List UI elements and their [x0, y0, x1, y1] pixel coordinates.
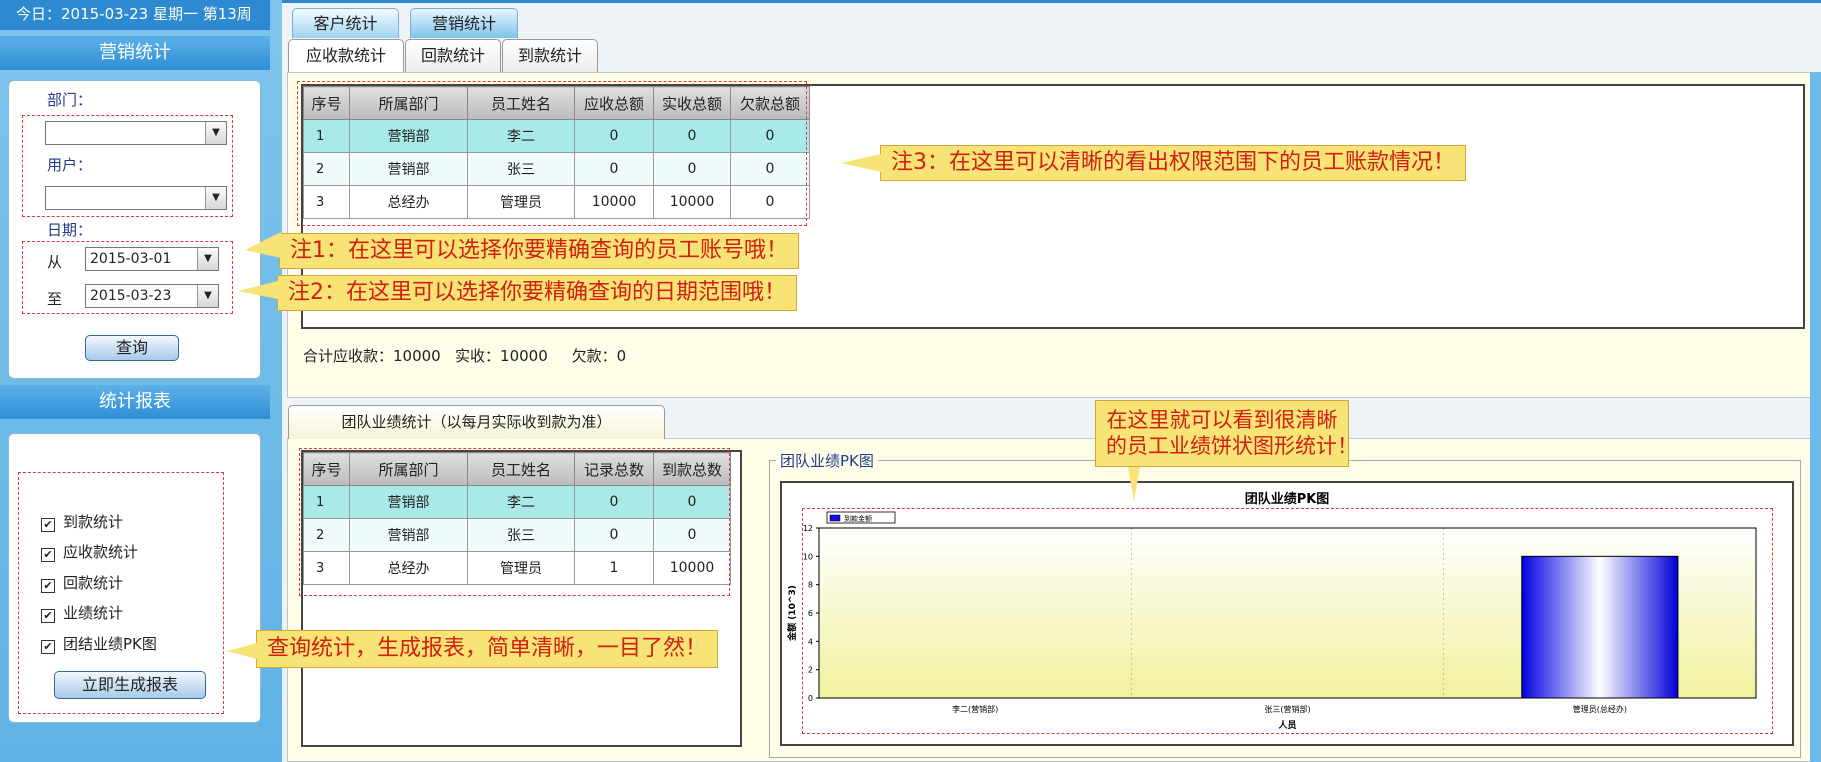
reports-panel: ✔ 到款统计 ✔ 应收款统计 ✔ 回款统计 ✔ 业绩统计 ✔ 团结业绩PK图 立即生成报表 — [8, 433, 261, 723]
check-icon: ✔ — [41, 548, 55, 562]
note-2: 注2：在这里可以选择你要精确查询的日期范围哦！ — [238, 275, 797, 311]
check-icon: ✔ — [41, 518, 55, 532]
note-4: 在这里就可以看到很清晰 的员工业绩饼状图形统计！ — [1095, 400, 1358, 501]
note-pointer — [1128, 467, 1140, 501]
query-button[interactable]: 查询 — [85, 335, 179, 361]
note-pointer — [238, 281, 278, 299]
checkbox-label: 应收款统计 — [63, 543, 139, 561]
checkbox-label: 团结业绩PK图 — [63, 635, 157, 653]
note-3-text: 注3：在这里可以清晰的看出权限范围下的员工账款情况！ — [891, 150, 1455, 175]
account-highlight — [22, 115, 233, 217]
checkbox-team-pk-chart[interactable]: ✔ 团结业绩PK图 — [41, 633, 157, 654]
team-highlight — [299, 448, 730, 596]
chart-title: 团队业绩PK图 — [1245, 491, 1330, 507]
check-icon: ✔ — [41, 640, 55, 654]
chart-highlight — [802, 508, 1773, 734]
tab-team-performance[interactable]: 团队业绩统计（以每月实际收到款为准） — [288, 405, 665, 439]
note-1-text: 注1：在这里可以选择你要精确查询的员工账号哦！ — [290, 238, 788, 263]
scrollbar[interactable] — [1810, 72, 1821, 762]
top-rule — [282, 0, 1821, 3]
note-2-text: 注2：在这里可以选择你要精确查询的日期范围哦！ — [288, 280, 786, 305]
receivable-highlight — [297, 81, 807, 226]
note-4-line2: 的员工业绩饼状图形统计！ — [1106, 434, 1358, 458]
checkbox-receivable-stats[interactable]: ✔ 应收款统计 — [41, 541, 138, 562]
checkbox-performance-stats[interactable]: ✔ 业绩统计 — [41, 602, 123, 623]
date-highlight — [22, 241, 233, 314]
checkbox-collection-stats[interactable]: ✔ 回款统计 — [41, 572, 123, 593]
today-bar: 今日：2015-03-23 星期一 第13周 — [0, 0, 270, 30]
reports-heading: 统计报表 — [0, 385, 270, 419]
tab-receivable[interactable]: 应收款统计 — [288, 39, 404, 72]
check-icon: ✔ — [41, 579, 55, 593]
marketing-stats-heading: 营销统计 — [0, 36, 270, 70]
summary-received: 实收：10000 — [455, 347, 548, 365]
check-icon: ✔ — [41, 609, 55, 623]
tab-marketing-stats[interactable]: 营销统计 — [410, 8, 518, 38]
note-5: 查询统计，生成报表，简单清晰，一目了然！ — [227, 630, 719, 668]
query-panel: 部门： ▼ 用户： ▼ 日期： 从 2015-03-01 ▼ 至 2015-03-… — [8, 80, 261, 379]
note-3: 注3：在这里可以清晰的看出权限范围下的员工账款情况！ — [841, 145, 1466, 181]
tab-collection[interactable]: 回款统计 — [405, 39, 501, 72]
summary-owed: 欠款：0 — [571, 347, 627, 365]
note-pointer — [841, 154, 881, 172]
generate-report-button[interactable]: 立即生成报表 — [54, 671, 206, 699]
tab-customer-stats[interactable]: 客户统计 — [292, 8, 399, 38]
checkbox-label: 到款统计 — [63, 513, 124, 531]
note-pointer — [227, 643, 257, 659]
note-1: 注1：在这里可以选择你要精确查询的员工账号哦！ — [245, 232, 799, 269]
dept-label: 部门： — [47, 91, 93, 109]
checkbox-arrival-stats[interactable]: ✔ 到款统计 — [41, 511, 123, 532]
date-label: 日期： — [47, 221, 93, 239]
tab-arrival[interactable]: 到款统计 — [502, 39, 598, 72]
note-4-line1: 在这里就可以看到很清晰 — [1106, 408, 1338, 432]
checkbox-label: 回款统计 — [63, 574, 124, 592]
y-axis-label: 金额 (10^3) — [786, 585, 798, 642]
note-pointer — [245, 232, 281, 258]
checkbox-label: 业绩统计 — [63, 604, 124, 622]
summary-total: 合计应收款：10000 — [303, 347, 441, 365]
summary-line: 合计应收款：10000 实收：10000 欠款：0 — [303, 345, 626, 366]
pk-fieldset-legend: 团队业绩PK图 — [776, 450, 878, 471]
note-5-text: 查询统计，生成报表，简单清晰，一目了然！ — [267, 636, 708, 661]
